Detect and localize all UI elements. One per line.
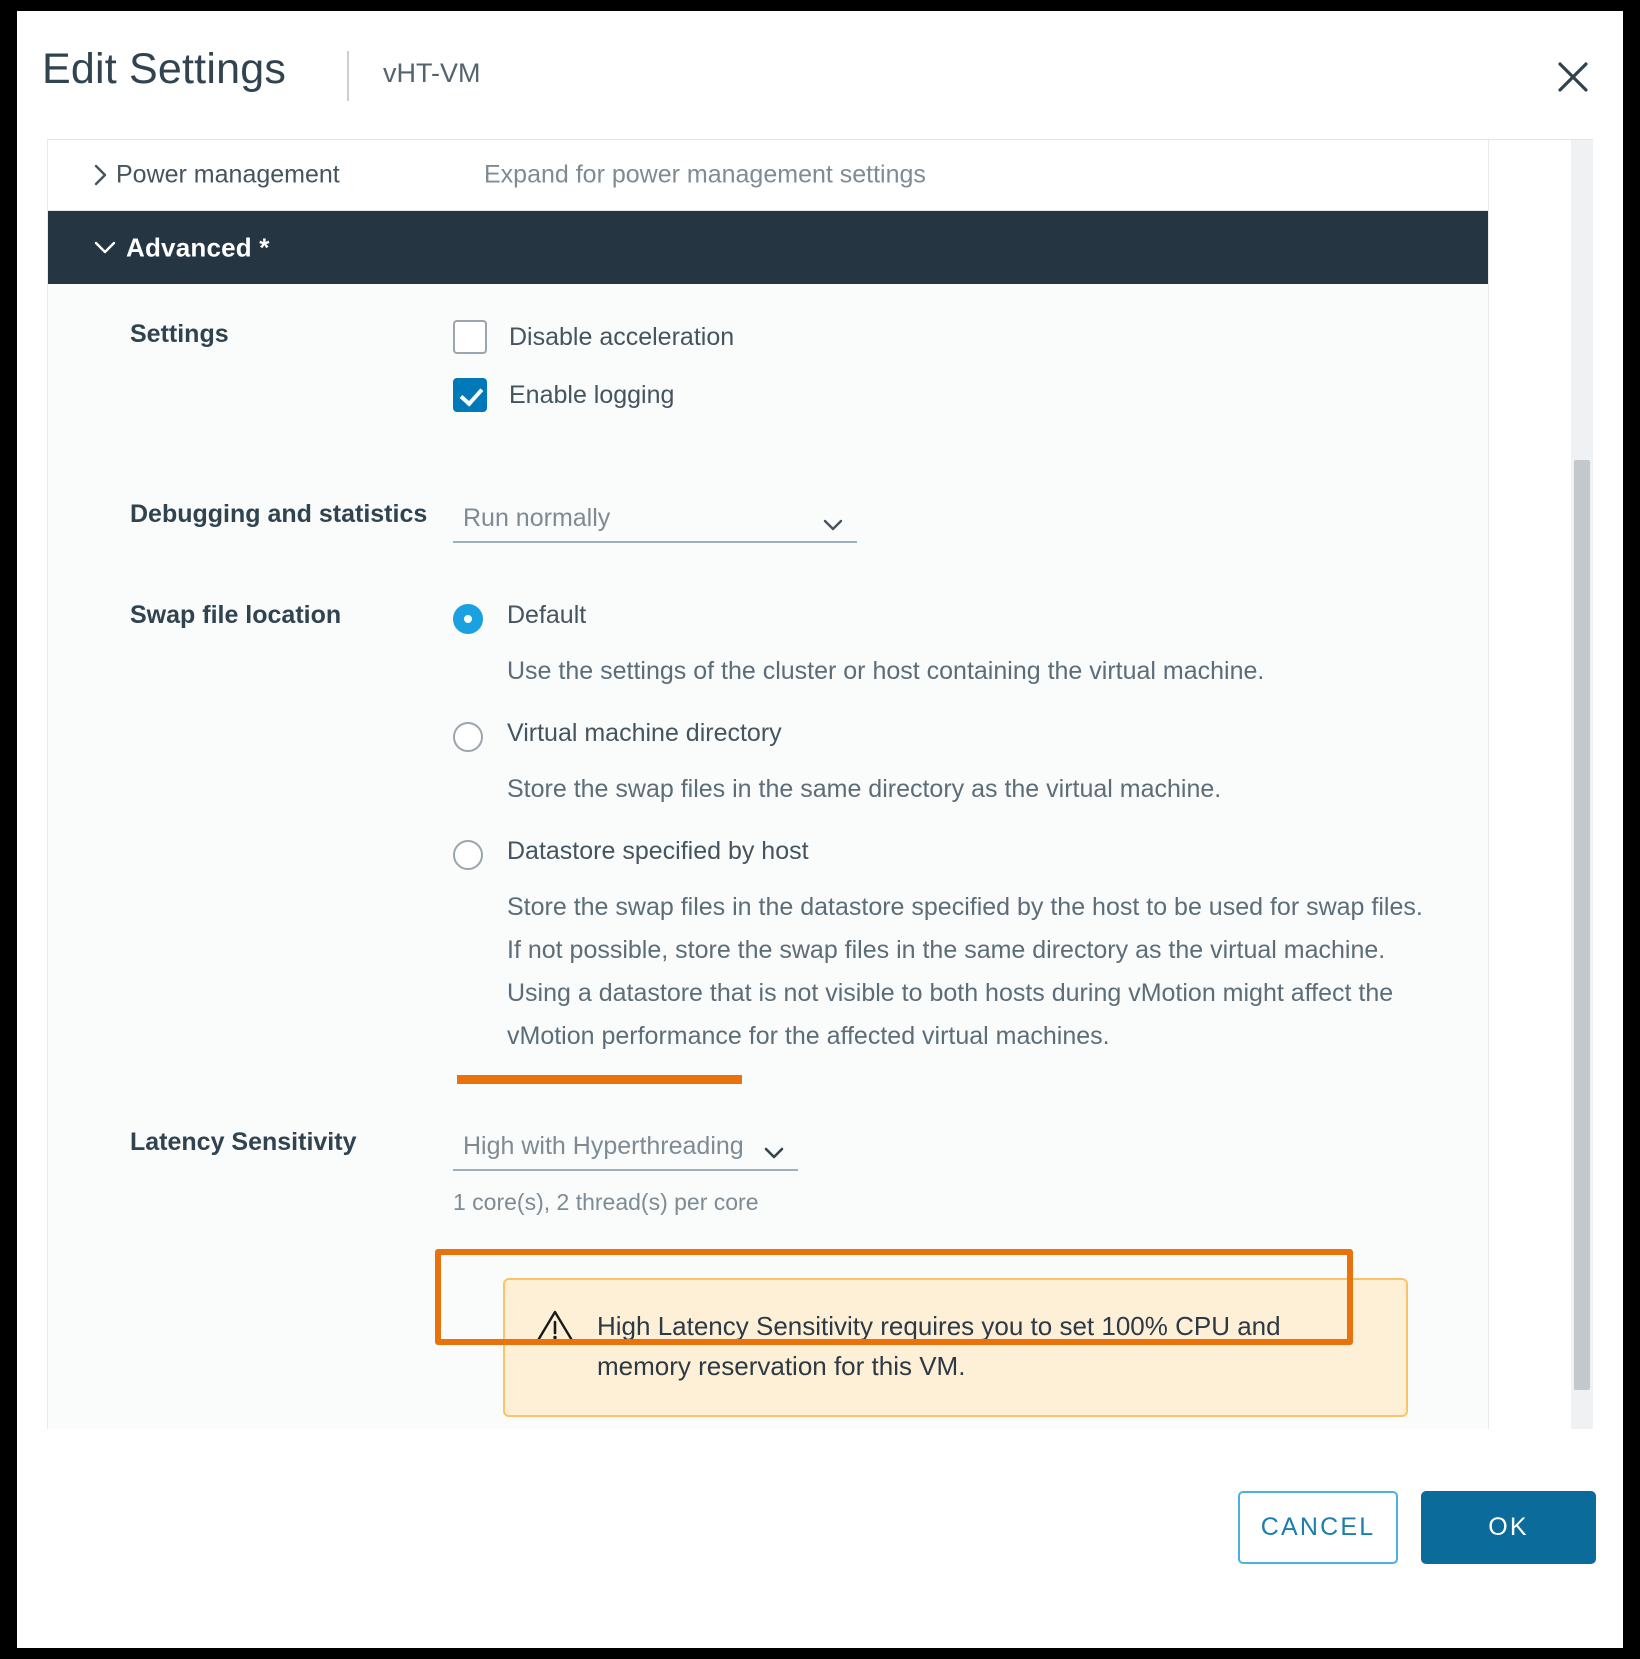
vm-name-subtitle: vHT-VM	[383, 58, 481, 88]
latency-warning-text: High Latency Sensitivity requires you to…	[597, 1311, 1281, 1382]
field-debugging: Debugging and statistics Run normally	[48, 436, 1488, 543]
chevron-down-icon	[94, 241, 116, 255]
section-power-management[interactable]: Power management Expand for power manage…	[48, 140, 1488, 210]
power-management-label: Power management	[116, 160, 340, 189]
checkbox-row-disable-acceleration: Disable acceleration	[453, 320, 1488, 354]
field-settings: Settings Disable acceleration Enable log…	[48, 284, 1488, 436]
swap-file-location-options: Default Use the settings of the cluster …	[453, 601, 1488, 1084]
annotation-underline-core-threads	[457, 1075, 742, 1084]
swap-default-label: Default	[507, 601, 587, 629]
latency-warning-banner: High Latency Sensitivity requires you to…	[503, 1278, 1408, 1417]
swap-datastore-host-radio[interactable]	[453, 840, 483, 870]
close-icon[interactable]	[1551, 55, 1595, 99]
settings-scroll-area: Power management Expand for power manage…	[47, 139, 1593, 1429]
ok-button[interactable]: OK	[1421, 1491, 1596, 1564]
disable-acceleration-checkbox[interactable]	[453, 320, 487, 354]
field-latency-sensitivity: Latency Sensitivity High with Hyperthrea…	[48, 1084, 1488, 1216]
page-title: Edit Settings	[42, 45, 287, 93]
swap-datastore-host-description: Store the swap files in the datastore sp…	[507, 893, 1423, 1050]
settings-controls: Disable acceleration Enable logging	[453, 320, 1488, 436]
checkbox-row-enable-logging: Enable logging	[453, 378, 1488, 412]
enable-logging-label: Enable logging	[509, 380, 675, 409]
advanced-label: Advanced *	[126, 232, 270, 262]
radio-row-datastore-host: Datastore specified by host	[453, 837, 1488, 870]
dialog-footer: CANCEL OK	[17, 1433, 1623, 1648]
title-divider	[347, 51, 349, 101]
enable-logging-checkbox[interactable]	[453, 378, 487, 412]
swap-vm-directory-label: Virtual machine directory	[507, 719, 782, 747]
section-advanced-body: Settings Disable acceleration Enable log…	[48, 284, 1488, 1429]
debugging-selected-value: Run normally	[463, 504, 611, 532]
settings-label: Settings	[130, 320, 229, 348]
scrollbar-thumb[interactable]	[1574, 460, 1590, 1390]
swap-default-radio[interactable]	[453, 604, 483, 634]
swap-datastore-host-label: Datastore specified by host	[507, 837, 809, 865]
disable-acceleration-label: Disable acceleration	[509, 322, 735, 351]
swap-default-description: Use the settings of the cluster or host …	[507, 657, 1265, 685]
chevron-down-icon	[823, 518, 843, 531]
chevron-right-icon	[94, 164, 108, 186]
field-swap-file-location: Swap file location Default Use the setti…	[48, 543, 1488, 1084]
cancel-button[interactable]: CANCEL	[1238, 1491, 1398, 1564]
radio-row-default: Default	[453, 601, 1488, 634]
swap-vm-directory-radio[interactable]	[453, 722, 483, 752]
vertical-scrollbar[interactable]	[1571, 140, 1593, 1429]
debugging-select[interactable]: Run normally	[453, 500, 857, 543]
swap-vm-directory-description: Store the swap files in the same directo…	[507, 775, 1222, 803]
section-advanced-header[interactable]: Advanced *	[48, 211, 1488, 284]
warning-triangle-icon	[535, 1309, 575, 1350]
edit-settings-dialog: Edit Settings vHT-VM Power management Ex…	[17, 11, 1623, 1648]
dialog-header: Edit Settings vHT-VM	[17, 11, 1623, 133]
settings-content: Power management Expand for power manage…	[47, 140, 1489, 1429]
debugging-control: Run normally	[453, 500, 1488, 543]
radio-row-vm-directory: Virtual machine directory	[453, 719, 1488, 752]
latency-sensitivity-label: Latency Sensitivity	[130, 1128, 357, 1156]
swap-file-location-label: Swap file location	[130, 601, 342, 629]
screenshot-frame: Edit Settings vHT-VM Power management Ex…	[0, 0, 1640, 1659]
chevron-down-icon	[764, 1146, 784, 1159]
debugging-label: Debugging and statistics	[130, 500, 428, 528]
latency-sensitivity-subtext: 1 core(s), 2 thread(s) per core	[453, 1189, 759, 1215]
power-management-hint: Expand for power management settings	[484, 160, 926, 189]
latency-sensitivity-control: High with Hyperthreading 1 core(s), 2 th…	[453, 1128, 1488, 1216]
latency-sensitivity-selected-value: High with Hyperthreading	[463, 1132, 744, 1160]
latency-sensitivity-select[interactable]: High with Hyperthreading	[453, 1128, 798, 1171]
